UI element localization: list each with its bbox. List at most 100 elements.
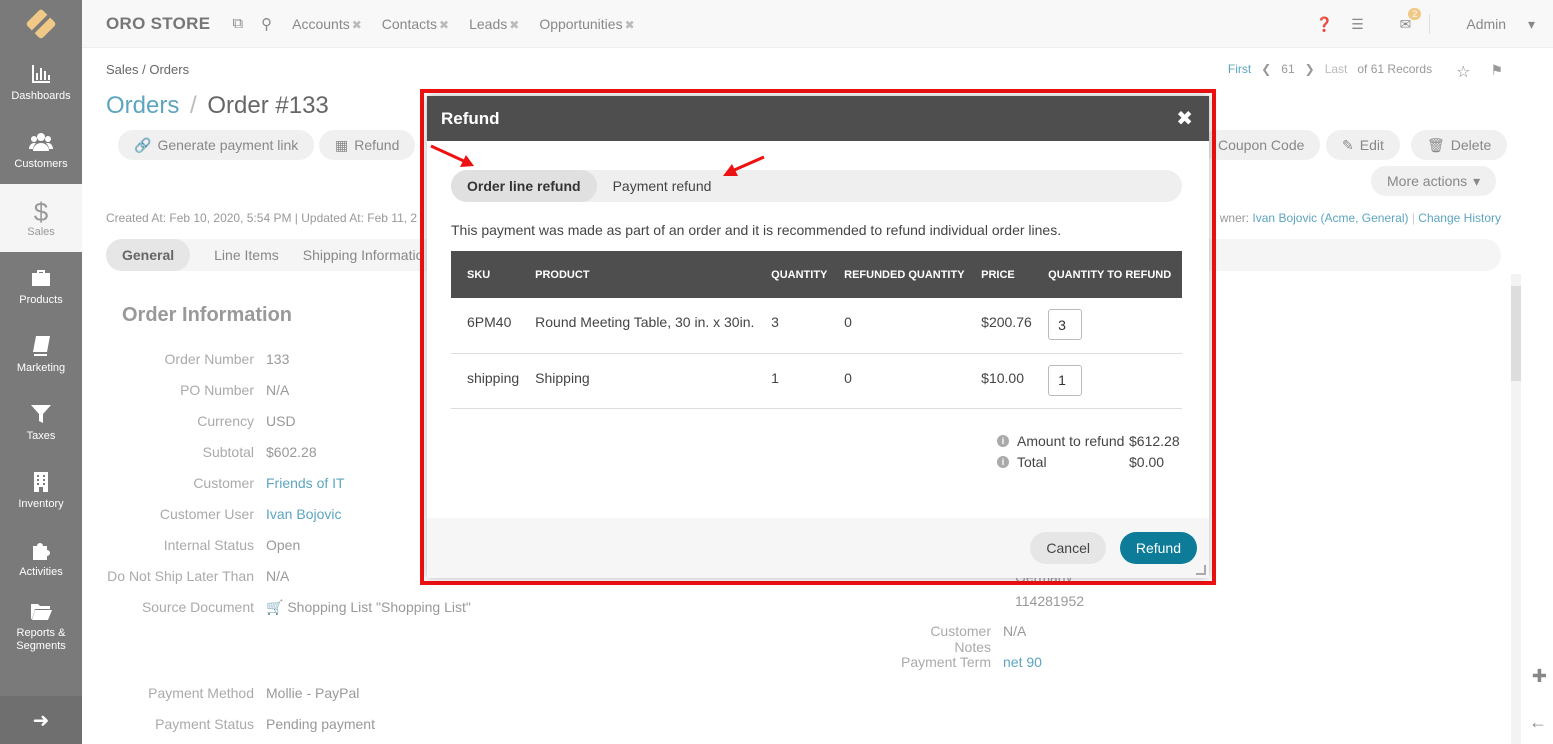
table-header-row: SKU PRODUCT QUANTITY REFUNDED QUANTITY P… (451, 251, 1182, 298)
field-value: USD (266, 413, 296, 429)
sidebar-item-marketing[interactable]: Marketing (0, 320, 82, 388)
scrollbar-thumb[interactable] (1511, 286, 1521, 381)
briefcase-icon (29, 266, 53, 294)
dialog-footer: Cancel Refund (427, 518, 1209, 578)
pager-last-link[interactable]: Last (1325, 62, 1348, 82)
pinned-tab-leads[interactable]: Leads ✖ (469, 16, 519, 32)
notifications-button[interactable]: ✉ 2 (1382, 7, 1422, 33)
edit-icon: ✎ (1342, 136, 1354, 153)
filter-icon (29, 402, 53, 430)
quantity-to-refund-input[interactable] (1048, 309, 1083, 340)
sidebar: Dashboards Customers $ Sales Products Ma… (0, 0, 82, 744)
close-icon[interactable]: ✖ (439, 18, 449, 32)
menu-icon[interactable]: ☰ (1351, 16, 1364, 33)
section-tab-line-items[interactable]: Line Items (214, 247, 279, 263)
user-name: Admin (1466, 15, 1507, 32)
field-label: Do Not Ship Later Than (107, 568, 254, 584)
pinned-tab-contacts[interactable]: Contacts ✖ (382, 16, 449, 32)
field-currency: Currency USD (82, 413, 296, 429)
close-icon[interactable]: ✖ (352, 18, 362, 32)
sidebar-item-reports[interactable]: Reports & Segments (0, 592, 82, 660)
search-icon[interactable]: ⚲ (261, 15, 272, 33)
delete-button[interactable]: 🗑 Delete (1411, 130, 1508, 160)
field-payment-method: Payment Method Mollie - PayPal (82, 685, 359, 701)
page-title: Orders / Order #133 (106, 92, 329, 120)
close-icon[interactable]: ✖ (625, 18, 635, 32)
pinned-tab-accounts[interactable]: Accounts ✖ (292, 16, 362, 32)
owner-label: wner: (1219, 211, 1250, 225)
refund-action-button[interactable]: ▦ Refund (319, 130, 416, 160)
orders-link[interactable]: Orders (106, 92, 179, 119)
arrow-right-icon: ➜ (32, 709, 50, 732)
cart-icon: 🛒 (266, 599, 288, 615)
tab-order-line-refund[interactable]: Order line refund (451, 170, 597, 202)
more-actions-button[interactable]: More actions ▾ (1371, 166, 1497, 196)
coupon-code-button[interactable]: Coupon Code (1202, 130, 1321, 160)
pin-icon[interactable]: ⚑ (1490, 62, 1503, 82)
chevron-right-icon[interactable]: ❯ (1305, 62, 1315, 82)
field-order-number: Order Number 133 (82, 351, 290, 367)
change-history-link[interactable]: Change History (1418, 211, 1501, 225)
chevron-left-icon[interactable]: ❮ (1261, 62, 1271, 82)
sidebar-item-products[interactable]: Products (0, 252, 82, 320)
table-row: 6PM40 Round Meeting Table, 30 in. x 30in… (451, 298, 1182, 354)
sidebar-item-label: Customers (14, 157, 68, 170)
dialog-header: Refund ✖ (427, 96, 1209, 141)
tab-payment-refund[interactable]: Payment refund (597, 170, 728, 202)
sidebar-item-sales[interactable]: $ Sales (0, 184, 82, 252)
star-icon[interactable]: ☆ (1456, 62, 1470, 82)
section-tab-shipping[interactable]: Shipping Informatio (303, 247, 424, 263)
button-label: Generate payment link (157, 137, 299, 153)
info-icon[interactable]: i (997, 455, 1009, 468)
resize-handle[interactable] (1196, 565, 1206, 575)
brand-name[interactable]: ORO STORE (106, 14, 210, 34)
cell-price: $10.00 (973, 353, 1041, 409)
field-value: N/A (266, 382, 290, 398)
cancel-button[interactable]: Cancel (1030, 532, 1106, 564)
arrow-left-icon[interactable]: ← (1529, 712, 1547, 733)
generate-payment-link-button[interactable]: 🔗 Generate payment link (118, 130, 315, 160)
section-tab-general[interactable]: General (106, 239, 191, 271)
user-menu[interactable]: Admin ▾ (1448, 16, 1535, 33)
sidebar-item-customers[interactable]: Customers (0, 116, 82, 184)
sidebar-item-taxes[interactable]: Taxes (0, 388, 82, 456)
customer-user-link[interactable]: Ivan Bojovic (266, 506, 341, 522)
annotation-arrow-right (723, 155, 765, 176)
refund-message: This payment was made as part of an orde… (451, 222, 1062, 238)
payment-term-link[interactable]: net 90 (1003, 654, 1042, 670)
close-icon[interactable]: ✖ (509, 18, 519, 32)
sidebar-item-dashboards[interactable]: Dashboards (0, 48, 82, 116)
share-icon[interactable]: ⧉ (232, 15, 243, 32)
col-refunded-quantity: REFUNDED QUANTITY (836, 251, 974, 298)
total-value: $0.00 (1129, 453, 1165, 470)
plus-icon[interactable]: ✚ (1532, 666, 1547, 687)
field-value: $602.28 (266, 444, 317, 460)
field-value[interactable]: 🛒 Shopping List "Shopping List" (266, 599, 471, 616)
pinned-tab-opportunities[interactable]: Opportunities ✖ (539, 16, 634, 32)
close-icon[interactable]: ✖ (1176, 106, 1193, 131)
expand-sidebar-button[interactable]: ➜ (0, 696, 82, 744)
button-label: More actions (1387, 173, 1468, 189)
field-customer-user: Customer User Ivan Bojovic (82, 506, 342, 522)
owner-link[interactable]: Ivan Bojovic (Acme, General) (1252, 211, 1408, 225)
sidebar-item-activities[interactable]: Activities (0, 524, 82, 592)
source-document-link[interactable]: Shopping List "Shopping List" (287, 599, 471, 615)
edit-button[interactable]: ✎ Edit (1326, 130, 1400, 160)
pager-first-link[interactable]: First (1228, 62, 1251, 82)
users-icon (29, 130, 53, 158)
help-icon[interactable]: ❓ (1316, 16, 1333, 33)
field-value: 133 (266, 351, 290, 367)
field-label: Customer User (159, 506, 254, 522)
info-icon[interactable]: i (997, 434, 1009, 447)
book-icon (29, 334, 53, 362)
sidebar-item-inventory[interactable]: Inventory (0, 456, 82, 524)
folder-icon (29, 599, 53, 627)
trash-icon: 🗑 (1427, 136, 1445, 153)
quantity-to-refund-input[interactable] (1048, 364, 1083, 396)
refund-submit-button[interactable]: Refund (1119, 532, 1197, 564)
button-label: Coupon Code (1218, 137, 1305, 153)
field-label: PO Number (180, 382, 254, 398)
oro-logo[interactable] (0, 0, 82, 48)
field-value: Mollie - PayPal (266, 685, 360, 701)
customer-link[interactable]: Friends of IT (266, 475, 345, 491)
